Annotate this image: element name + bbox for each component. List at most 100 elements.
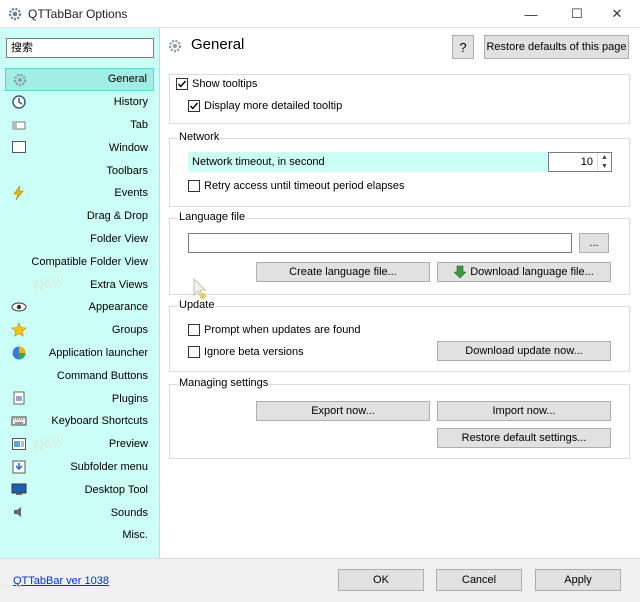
sidebar-item-plugins[interactable]: Plugins [5, 387, 154, 410]
sidebar-item-window[interactable]: Window [5, 136, 154, 159]
new-badge: New [31, 431, 66, 455]
stepper-arrows-icon[interactable]: ▲ ▼ [597, 153, 611, 171]
browse-button[interactable]: ... [579, 233, 609, 253]
sidebar-item-extra-views[interactable]: New Extra Views [5, 272, 154, 296]
sidebar-item-general[interactable]: General [5, 68, 154, 91]
export-button[interactable]: Export now... [256, 401, 430, 421]
sidebar-item-label: Sounds [110, 506, 148, 519]
launcher-icon [11, 345, 27, 361]
sidebar-nav: General History Tab Window Toolbars Even… [5, 68, 154, 547]
sidebar-item-label: Preview [108, 438, 148, 451]
sidebar-item-label: Window [108, 141, 148, 154]
update-group: Update [169, 299, 630, 372]
sidebar-item-label: Extra Views [90, 278, 148, 291]
version-link[interactable]: QTTabBar ver 1038 [13, 575, 109, 587]
group-label: Language file [178, 211, 247, 223]
help-button[interactable]: ? [452, 35, 474, 59]
window-icon [11, 139, 27, 155]
sidebar-item-label: Subfolder menu [70, 460, 148, 473]
sidebar-item-desktop-tool[interactable]: Desktop Tool [5, 478, 154, 501]
sidebar-item-label: Toolbars [106, 164, 148, 177]
network-timeout-stepper[interactable]: 10 ▲ ▼ [548, 152, 612, 172]
apply-button[interactable]: Apply [535, 569, 621, 591]
network-timeout-label: Network timeout, in second [192, 156, 325, 168]
checkbox-label: Ignore beta versions [204, 346, 304, 358]
sidebar-item-label: Drag & Drop [86, 210, 148, 223]
sidebar-item-folder-view[interactable]: Folder View [5, 228, 154, 251]
network-timeout-row: Network timeout, in second [188, 152, 548, 172]
restore-default-settings-button[interactable]: Restore default settings... [437, 428, 611, 448]
new-badge: New [31, 272, 66, 296]
checkbox-unchecked [188, 324, 200, 336]
main-panel: General ? Restore defaults of this page … [161, 28, 640, 558]
sidebar-item-command-buttons[interactable]: Command Buttons [5, 364, 154, 387]
sidebar-item-label: History [113, 96, 148, 109]
sidebar-item-events[interactable]: Events [5, 182, 154, 205]
sidebar-item-label: Appearance [88, 301, 148, 314]
group-label: Network [178, 131, 221, 143]
download-language-file-button[interactable]: Download language file... [437, 262, 611, 282]
sidebar-item-label: Groups [111, 324, 148, 337]
detailed-tooltip-checkbox[interactable]: Display more detailed tooltip [188, 100, 342, 112]
prompt-updates-checkbox[interactable]: Prompt when updates are found [188, 324, 361, 336]
checkbox-label: Display more detailed tooltip [204, 100, 343, 112]
close-button[interactable]: ✕ [594, 0, 640, 28]
eye-icon [11, 299, 27, 315]
sidebar-item-tab[interactable]: Tab [5, 114, 154, 137]
plugin-icon [11, 390, 27, 406]
sidebar-item-drag-drop[interactable]: Drag & Drop [5, 205, 154, 228]
show-tooltips-checkbox[interactable]: Show tooltips [176, 78, 257, 90]
checkbox-unchecked [188, 180, 200, 192]
sidebar-item-sounds[interactable]: Sounds [5, 501, 154, 524]
retry-access-checkbox[interactable]: Retry access until timeout period elapse… [188, 180, 405, 192]
speaker-icon [11, 504, 27, 520]
download-arrow-icon [453, 265, 467, 279]
sidebar: 搜索 General History Tab Window Toolbars E… [0, 28, 160, 558]
sidebar-item-history[interactable]: History [5, 91, 154, 114]
checkbox-label: Show tooltips [192, 78, 258, 90]
checkbox-checked [188, 100, 200, 112]
sidebar-item-misc[interactable]: Misc. [5, 524, 154, 547]
import-button[interactable]: Import now... [437, 401, 611, 421]
sidebar-item-preview[interactable]: New Preview [5, 431, 154, 456]
tab-icon [11, 117, 27, 133]
language-file-path-input[interactable] [188, 233, 572, 253]
window-title: QTTabBar Options [28, 7, 128, 21]
sidebar-item-keyboard-shortcuts[interactable]: Keyboard Shortcuts [5, 410, 154, 433]
button-label: Download language file... [470, 266, 594, 278]
mouse-cursor-icon [192, 277, 210, 301]
sidebar-item-label: Plugins [111, 392, 148, 405]
language-file-group: Language file [169, 211, 630, 295]
sidebar-item-label: Events [114, 187, 148, 200]
cancel-button[interactable]: Cancel [436, 569, 522, 591]
checkbox-label: Prompt when updates are found [204, 324, 361, 336]
ok-button[interactable]: OK [338, 569, 424, 591]
sidebar-item-label: General [107, 73, 147, 86]
download-update-button[interactable]: Download update now... [437, 341, 611, 361]
sidebar-item-label: Tab [130, 118, 148, 131]
sidebar-item-label: Keyboard Shortcuts [51, 415, 148, 428]
sidebar-item-subfolder-menu[interactable]: Subfolder menu [5, 456, 154, 479]
star-icon [11, 322, 27, 338]
gear-icon [12, 72, 28, 88]
restore-page-defaults-button[interactable]: Restore defaults of this page [484, 35, 629, 59]
sidebar-item-toolbars[interactable]: Toolbars [5, 159, 154, 182]
checkbox-checked [176, 78, 188, 90]
footer-bar: QTTabBar ver 1038 OK Cancel Apply [0, 558, 640, 602]
page-title: General [191, 36, 245, 53]
gear-icon [167, 38, 183, 54]
sidebar-item-label: Application launcher [48, 346, 148, 359]
sidebar-item-compatible-folder-view[interactable]: Compatible Folder View [5, 250, 154, 273]
search-input[interactable]: 搜索 [6, 38, 154, 58]
create-language-file-button[interactable]: Create language file... [256, 262, 430, 282]
sidebar-item-application-launcher[interactable]: Application launcher [5, 342, 154, 365]
keyboard-icon [11, 413, 27, 429]
history-icon [11, 94, 27, 110]
ignore-beta-checkbox[interactable]: Ignore beta versions [188, 346, 304, 358]
qttabbar-gear-icon [7, 6, 23, 22]
subfolder-icon [11, 459, 27, 475]
sidebar-item-label: Misc. [122, 529, 148, 542]
minimize-button[interactable]: — [508, 0, 554, 28]
sidebar-item-appearance[interactable]: Appearance [5, 296, 154, 319]
sidebar-item-groups[interactable]: Groups [5, 319, 154, 342]
